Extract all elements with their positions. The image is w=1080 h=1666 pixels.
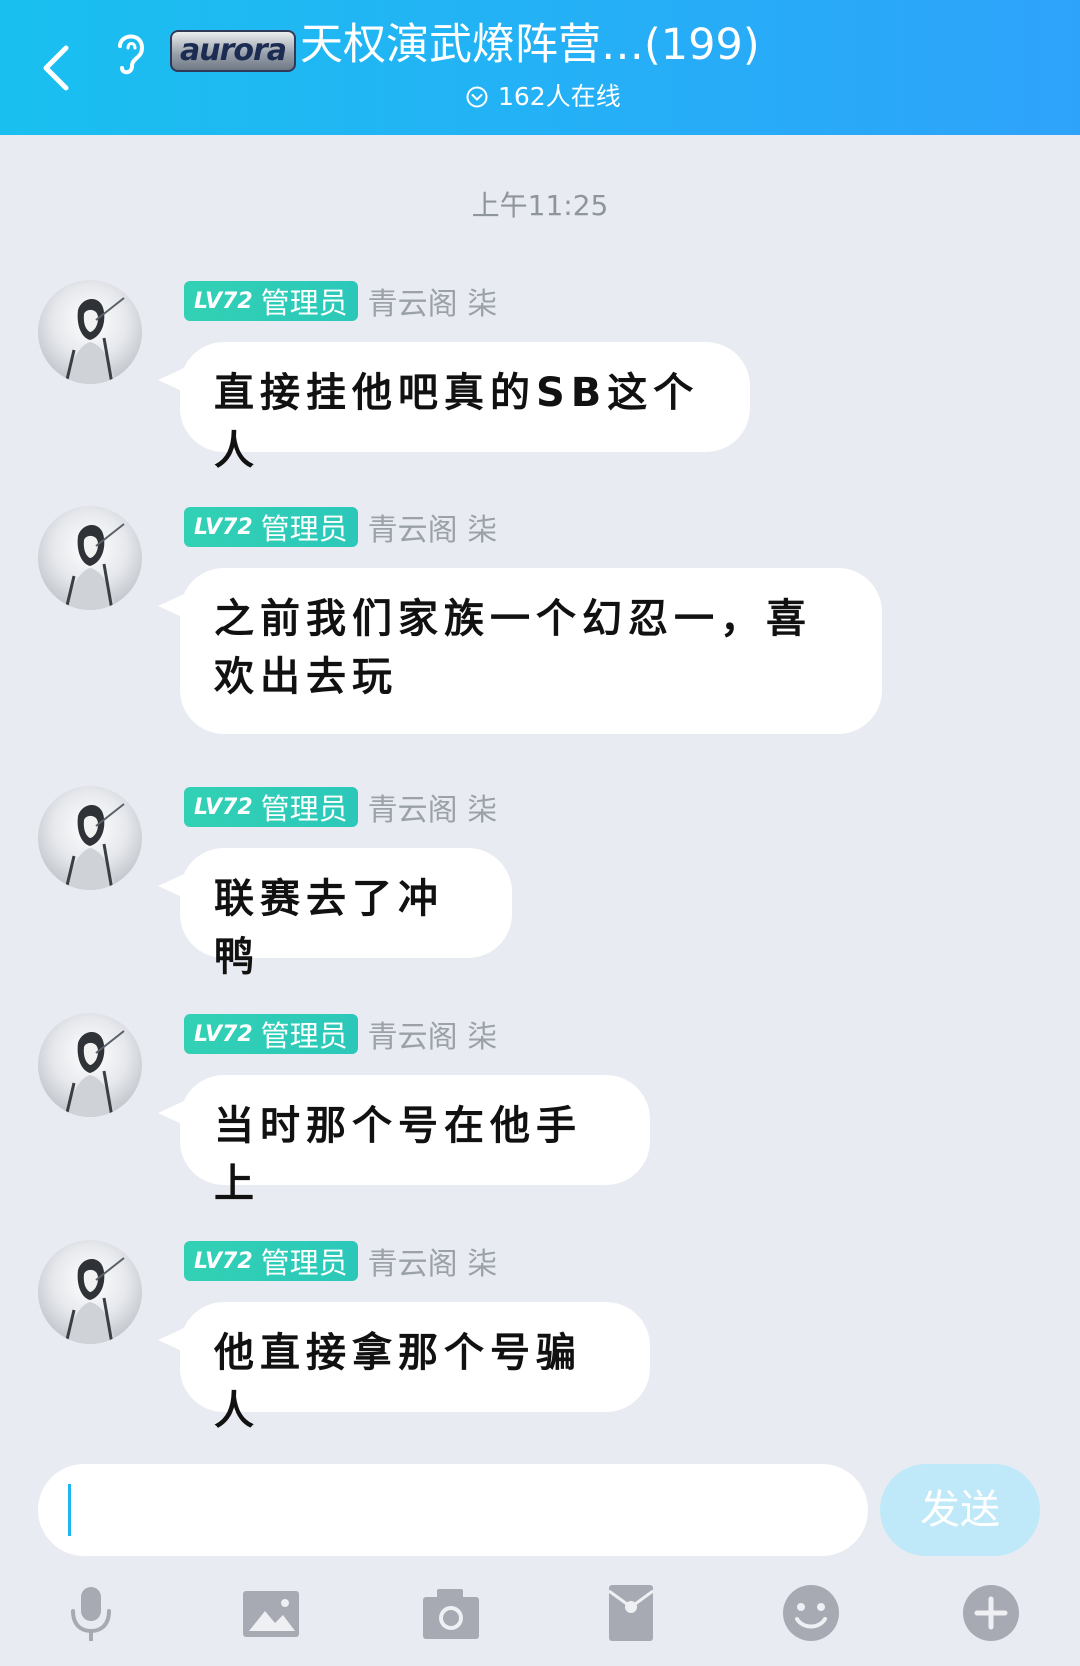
microphone-icon [71, 1587, 111, 1641]
role-text: 管理员 [260, 286, 348, 320]
camera-icon [423, 1589, 479, 1639]
text-caret [68, 1484, 71, 1536]
role-text: 管理员 [260, 792, 348, 826]
chevron-left-icon [43, 45, 69, 91]
timestamp: 上午11:25 [471, 189, 609, 222]
online-count[interactable]: 162人在线 [466, 80, 621, 114]
message-bubble[interactable]: 联赛去了冲鸭 [158, 848, 512, 980]
avatar-image [64, 297, 125, 384]
level-text: LV72 [194, 288, 253, 314]
chat-header: aurora 天权演武燎阵营…(199) 162人在线 [0, 0, 1080, 135]
send-button[interactable]: 发送 [880, 1464, 1040, 1556]
message-meta: LV72 管理员 青云阁 柒 [184, 505, 498, 549]
plus-icon [963, 1585, 1019, 1641]
back-button[interactable] [34, 38, 84, 98]
sender-name[interactable]: 青云阁 柒 [368, 1239, 498, 1283]
image-button[interactable] [236, 1578, 306, 1648]
group-logo: aurora [170, 30, 296, 72]
message-bubble[interactable]: 他直接拿那个号骗人 [158, 1302, 650, 1434]
level-badge: LV72 管理员 [184, 1241, 358, 1281]
message-meta: LV72 管理员 青云阁 柒 [184, 1012, 498, 1056]
online-count-text: 162人在线 [498, 82, 621, 111]
avatar[interactable] [38, 280, 142, 384]
red-packet-icon [608, 1585, 654, 1641]
sender-name[interactable]: 青云阁 柒 [368, 505, 498, 549]
message-meta: LV72 管理员 青云阁 柒 [184, 279, 498, 323]
level-text: LV72 [194, 514, 253, 540]
sender-name[interactable]: 青云阁 柒 [368, 1012, 498, 1056]
role-text: 管理员 [260, 512, 348, 546]
level-text: LV72 [194, 794, 253, 820]
level-badge: LV72 管理员 [184, 787, 358, 827]
ear-mode-button[interactable] [110, 28, 152, 78]
level-badge: LV72 管理员 [184, 1014, 358, 1054]
level-badge: LV72 管理员 [184, 507, 358, 547]
emoji-icon [783, 1585, 839, 1641]
role-text: 管理员 [260, 1246, 348, 1280]
chevron-down-circle-icon [466, 86, 488, 108]
emoji-button[interactable] [776, 1578, 846, 1648]
message-input[interactable] [38, 1464, 868, 1556]
message-bubble[interactable]: 当时那个号在他手上 [158, 1075, 650, 1207]
ear-icon [118, 34, 145, 75]
message-bubble[interactable]: 之前我们家族一个幻忍一，喜欢出去玩 [158, 568, 882, 734]
sender-name[interactable]: 青云阁 柒 [368, 279, 498, 323]
sender-name[interactable]: 青云阁 柒 [368, 785, 498, 829]
avatar-image [64, 523, 125, 610]
avatar[interactable] [38, 786, 142, 890]
level-text: LV72 [194, 1248, 253, 1274]
avatar-image [64, 1257, 125, 1344]
red-packet-button[interactable] [596, 1578, 666, 1648]
image-icon [243, 1591, 299, 1637]
input-toolbar [0, 1578, 1080, 1648]
avatar[interactable] [38, 506, 142, 610]
message-meta: LV72 管理员 青云阁 柒 [184, 785, 498, 829]
role-text: 管理员 [260, 1019, 348, 1053]
avatar-image [64, 1030, 125, 1117]
group-title[interactable]: 天权演武燎阵营…(199) [300, 18, 800, 72]
voice-button[interactable] [56, 1578, 126, 1648]
message-bubble[interactable]: 直接挂他吧真的SB这个人 [158, 342, 750, 474]
avatar[interactable] [38, 1240, 142, 1344]
level-text: LV72 [194, 1021, 253, 1047]
more-button[interactable] [956, 1578, 1026, 1648]
avatar[interactable] [38, 1013, 142, 1117]
camera-button[interactable] [416, 1578, 486, 1648]
avatar-image [64, 803, 125, 890]
level-badge: LV72 管理员 [184, 281, 358, 321]
message-meta: LV72 管理员 青云阁 柒 [184, 1239, 498, 1283]
